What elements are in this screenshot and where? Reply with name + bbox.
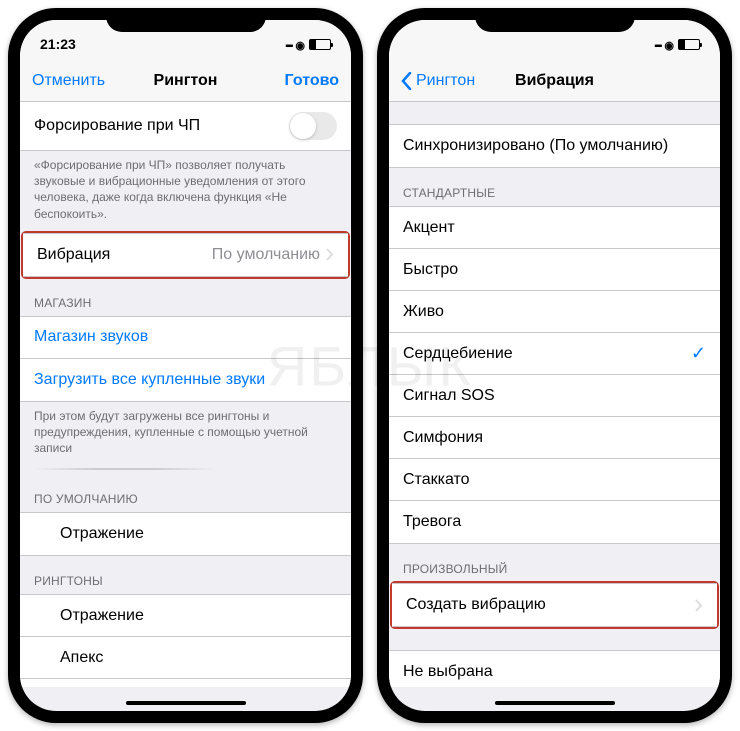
highlight-vibration: Вибрация По умолчанию bbox=[21, 231, 350, 279]
none-cell[interactable]: Не выбрана bbox=[389, 651, 720, 687]
create-vibration-cell[interactable]: Создать вибрацию bbox=[392, 584, 717, 626]
emergency-cell[interactable]: Форсирование при ЧП bbox=[20, 102, 351, 150]
standard-item[interactable]: Тревога bbox=[389, 501, 720, 543]
vibration-label: Вибрация bbox=[37, 246, 110, 264]
store-header: МАГАЗИН bbox=[20, 278, 351, 316]
vibration-value: По умолчанию bbox=[212, 246, 334, 264]
standard-item[interactable]: Симфония bbox=[389, 417, 720, 459]
standard-item[interactable]: Быстро bbox=[389, 249, 720, 291]
default-item[interactable]: Отражение bbox=[20, 513, 351, 555]
cancel-button[interactable]: Отменить bbox=[32, 72, 112, 90]
chevron-right-icon bbox=[695, 599, 703, 612]
store-download-cell[interactable]: Загрузить все купленные звуки bbox=[20, 359, 351, 401]
standard-item[interactable]: Сердцебиение✓ bbox=[389, 333, 720, 375]
vibration-cell[interactable]: Вибрация По умолчанию bbox=[23, 234, 348, 276]
screen-left: 21:23 Отменить Рингтон Готово Форсирован… bbox=[20, 20, 351, 711]
nav-bar: Рингтон Вибрация bbox=[389, 60, 720, 102]
nav-title: Вибрация bbox=[515, 72, 594, 90]
signal-icon bbox=[285, 36, 291, 52]
ringtone-item[interactable]: Апекс bbox=[20, 637, 351, 679]
status-indicators bbox=[285, 36, 331, 52]
standard-item[interactable]: Акцент bbox=[389, 207, 720, 249]
emergency-label: Форсирование при ЧП bbox=[34, 117, 200, 135]
checkmark-icon: ✓ bbox=[691, 343, 706, 364]
chevron-right-icon bbox=[326, 248, 334, 261]
home-indicator[interactable] bbox=[495, 701, 615, 705]
status-time: 21:23 bbox=[40, 36, 76, 52]
scroll-hint bbox=[34, 468, 337, 470]
signal-icon bbox=[654, 36, 660, 52]
store-footer: При этом будут загружены все рингтоны и … bbox=[20, 402, 351, 467]
phone-right: Рингтон Вибрация Синхронизировано (По ум… bbox=[377, 8, 732, 723]
content-right[interactable]: Синхронизировано (По умолчанию) СТАНДАРТ… bbox=[389, 102, 720, 687]
store-sounds-cell[interactable]: Магазин звуков bbox=[20, 317, 351, 359]
wifi-icon bbox=[295, 36, 305, 52]
home-indicator[interactable] bbox=[126, 701, 246, 705]
emergency-footer: «Форсирование при ЧП» позволяет получать… bbox=[20, 151, 351, 232]
standard-list: АкцентБыстроЖивоСердцебиение✓Сигнал SOSС… bbox=[389, 206, 720, 544]
standard-header: СТАНДАРТНЫЕ bbox=[389, 168, 720, 206]
chevron-left-icon bbox=[401, 72, 412, 90]
custom-header: ПРОИЗВОЛЬНЫЙ bbox=[389, 544, 720, 582]
nav-bar: Отменить Рингтон Готово bbox=[20, 60, 351, 102]
notch bbox=[106, 8, 266, 32]
battery-icon bbox=[309, 39, 331, 50]
done-button[interactable]: Готово bbox=[259, 72, 339, 90]
standard-item[interactable]: Сигнал SOS bbox=[389, 375, 720, 417]
standard-item[interactable]: Живо bbox=[389, 291, 720, 333]
ringtones-header: РИНГТОНЫ bbox=[20, 556, 351, 594]
wifi-icon bbox=[664, 36, 674, 52]
ringtones-list: ОтражениеАпексВершинаВестникВолныВступле… bbox=[20, 594, 351, 687]
emergency-toggle[interactable] bbox=[289, 112, 337, 140]
synced-cell[interactable]: Синхронизировано (По умолчанию) bbox=[389, 125, 720, 167]
ringtone-item[interactable]: Отражение bbox=[20, 595, 351, 637]
screen-right: Рингтон Вибрация Синхронизировано (По ум… bbox=[389, 20, 720, 711]
default-header: ПО УМОЛЧАНИЮ bbox=[20, 474, 351, 512]
content-left[interactable]: Форсирование при ЧП «Форсирование при ЧП… bbox=[20, 102, 351, 687]
standard-item[interactable]: Стаккато bbox=[389, 459, 720, 501]
back-button[interactable]: Рингтон bbox=[401, 72, 481, 90]
phone-left: 21:23 Отменить Рингтон Готово Форсирован… bbox=[8, 8, 363, 723]
notch bbox=[475, 8, 635, 32]
ringtone-item[interactable]: Вершина bbox=[20, 679, 351, 687]
nav-title: Рингтон bbox=[154, 72, 218, 90]
highlight-create: Создать вибрацию bbox=[390, 581, 719, 629]
status-indicators bbox=[654, 36, 700, 52]
battery-icon bbox=[678, 39, 700, 50]
